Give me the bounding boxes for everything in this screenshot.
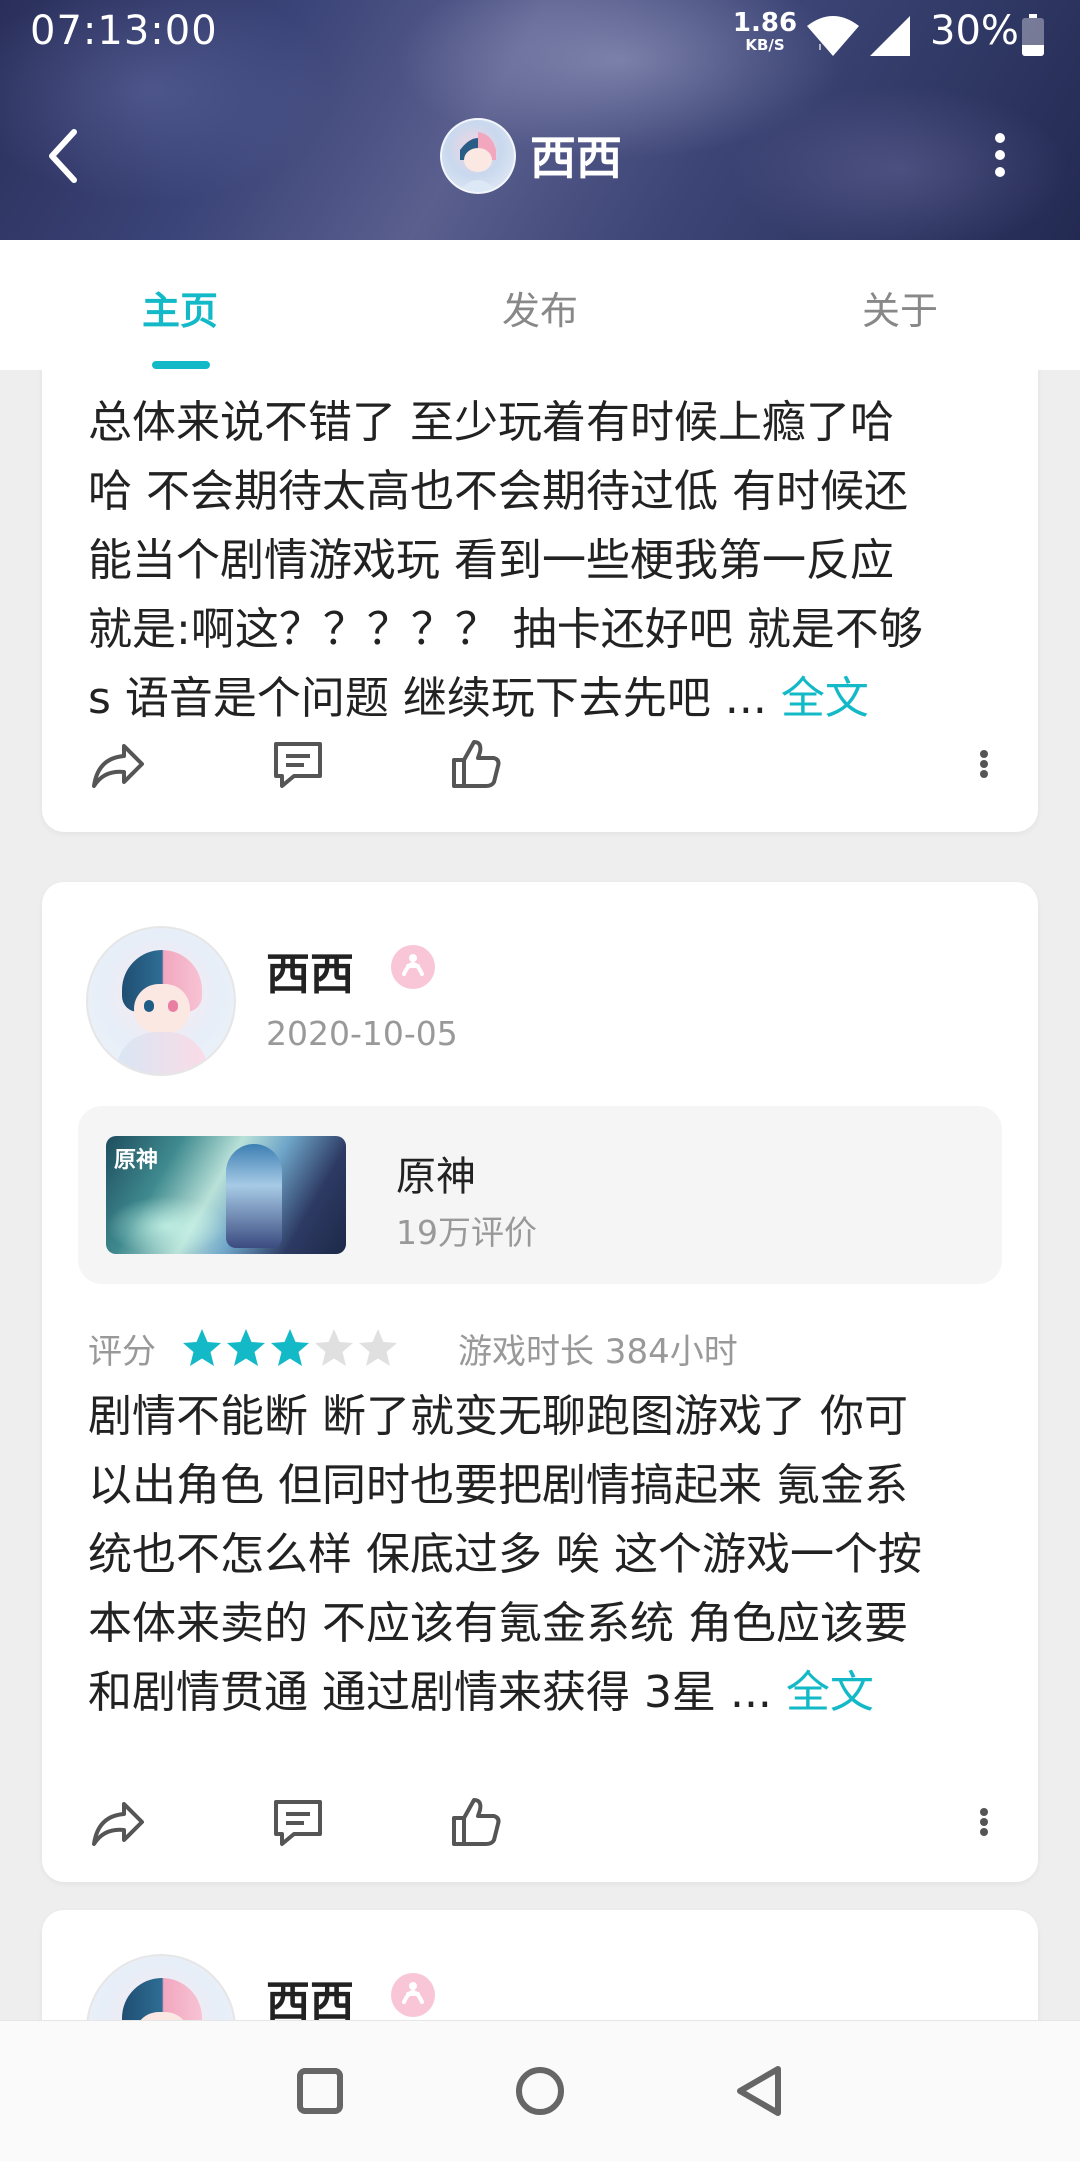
review-text[interactable]: 剧情不能断 断了就变无聊跑图游戏了 你可 以出角色 但同时也要把剧情搞起来 氪金… [88,1382,998,1727]
review-card: 西西 [42,1910,1038,2020]
game-card[interactable]: 原神 原神 19万评价 [78,1106,1002,1284]
review-text-line: 和剧情贯通 通过剧情来获得 3星 ... 全文 [88,1667,874,1718]
review-text-line: 本体来卖的 不应该有氪金系统 角色应该要 [88,1598,908,1649]
star-empty-icon [359,1329,397,1366]
post-feed[interactable]: 总体来说不错了 至少玩着有时候上瘾了哈 哈 不会期待太高也不会期待过低 有时候还… [0,370,1080,2020]
more-vertical-icon[interactable] [990,130,1010,180]
status-time: 07:13:00 [30,8,218,54]
circle-home-icon[interactable] [510,2061,570,2121]
review-text-line: 剧情不能断 断了就变无聊跑图游戏了 你可 [88,1391,908,1442]
user-name[interactable]: 西西 [266,1966,354,2020]
game-cover-logo: 原神 [114,1147,159,1173]
battery-icon [1022,14,1044,56]
game-name: 原神 [396,1154,476,1200]
profile-header: 07:13:00 1.86 KB/S 30% 西西 [0,0,1080,240]
wifi-icon [807,16,859,56]
header-title: 西西 [530,131,622,185]
star-empty-icon [315,1329,353,1366]
star-filled-icon [183,1329,221,1366]
like-icon[interactable] [446,1792,506,1852]
game-cover-image: 原神 [106,1136,346,1254]
post-actions [42,734,1038,804]
comment-icon[interactable] [268,1792,328,1852]
status-bar: 07:13:00 1.86 KB/S 30% [0,0,1080,70]
star-rating [180,1326,400,1370]
tab-about[interactable]: 关于 [780,280,1020,335]
like-icon[interactable] [446,734,506,794]
share-icon[interactable] [88,1792,148,1852]
read-more-link[interactable]: 全文 [781,673,869,724]
rating-label: 评分 [88,1332,156,1372]
read-more-link[interactable]: 全文 [786,1667,874,1718]
system-navigation-bar [0,2020,1080,2161]
tab-home[interactable]: 主页 [60,280,300,335]
share-icon[interactable] [88,734,148,794]
battery-percent: 30% [930,8,1019,54]
more-vertical-icon[interactable] [972,734,996,794]
network-speed: 1.86 KB/S [730,10,800,53]
network-speed-value: 1.86 [732,8,798,38]
triangle-back-icon[interactable] [730,2061,790,2121]
star-filled-icon [271,1329,309,1366]
review-text-line: 统也不怎么样 保底过多 唉 这个游戏一个按 [88,1529,922,1580]
play-time: 游戏时长 384小时 [458,1332,738,1372]
avatar[interactable] [86,926,236,1076]
review-text-line: 哈 不会期待太高也不会期待过低 有时候还 [88,466,908,517]
review-card: 西西 2020-10-05 原神 原神 19万评价 评分 游戏时长 384小时 … [42,882,1038,1882]
review-card: 总体来说不错了 至少玩着有时候上瘾了哈 哈 不会期待太高也不会期待过低 有时候还… [42,370,1038,832]
star-filled-icon [227,1329,265,1366]
tab-posts[interactable]: 发布 [420,280,660,335]
avatar[interactable] [86,1954,236,2020]
tab-bar: 主页 发布 关于 [0,240,1080,370]
rating-row: 评分 游戏时长 384小时 [88,1322,988,1372]
signal-icon [870,16,910,56]
comment-icon[interactable] [268,734,328,794]
review-text-line: 总体来说不错了 至少玩着有时候上瘾了哈 [88,397,894,448]
verified-badge-icon [391,1973,435,2017]
review-text-line: 以出角色 但同时也要把剧情搞起来 氪金系 [88,1460,908,1511]
network-speed-unit: KB/S [745,36,785,54]
back-arrow-icon[interactable] [44,126,84,186]
review-text-line: s 语音是个问题 继续玩下去先吧 ... 全文 [88,673,869,724]
more-vertical-icon[interactable] [972,1792,996,1852]
post-date: 2020-10-05 [266,1014,458,1053]
user-name[interactable]: 西西 [266,938,354,1002]
top-navigation: 西西 [0,100,1080,210]
active-tab-indicator [152,361,210,369]
review-text[interactable]: 总体来说不错了 至少玩着有时候上瘾了哈 哈 不会期待太高也不会期待过低 有时候还… [88,388,998,733]
verified-badge-icon [391,945,435,989]
review-text-line: 就是:啊这？？？？？ 抽卡还好吧 就是不够 [88,604,923,655]
game-review-count: 19万评价 [396,1213,537,1252]
post-actions [42,1792,1038,1862]
header-avatar [440,118,516,194]
square-recents-icon[interactable] [290,2061,350,2121]
review-text-line: 能当个剧情游戏玩 看到一些梗我第一反应 [88,535,894,586]
